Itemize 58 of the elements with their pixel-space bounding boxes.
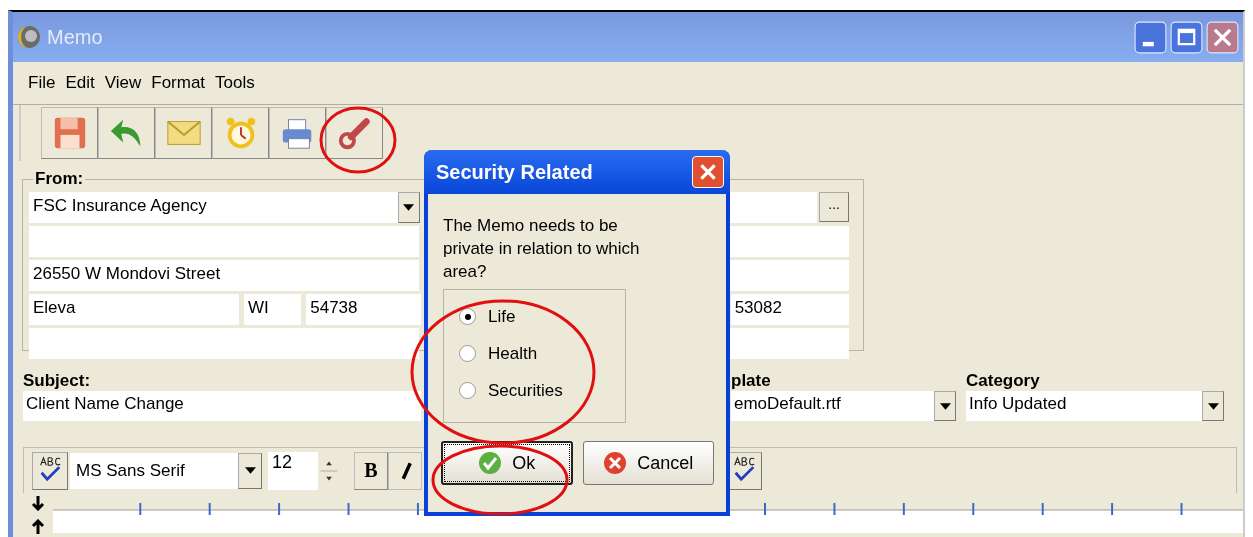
close-icon [697,161,719,183]
text-field[interactable] [729,192,818,223]
app-icon [17,25,41,49]
template-label: plate [731,371,772,391]
dropdown-button[interactable] [238,452,262,489]
caret-icon [939,402,951,410]
italic-button[interactable] [388,451,422,490]
print-button[interactable] [269,107,326,159]
text-field[interactable] [729,260,849,291]
font-field[interactable]: MS Sans Serif [70,452,238,489]
menu-item[interactable]: Tools [210,73,260,93]
dropdown-button[interactable] [1202,391,1224,421]
radio-option[interactable]: Health [459,341,538,366]
undo-button[interactable] [98,107,155,159]
caret-icon [1207,402,1219,410]
save-button[interactable] [41,107,98,159]
menu-item[interactable]: View [99,73,147,93]
text-field[interactable] [29,226,420,257]
minimize-button[interactable] [1134,20,1167,54]
check-icon [478,451,503,475]
cancel-icon [603,451,628,475]
radio-option[interactable]: Life [459,304,516,329]
street-field[interactable]: 26550 W Mondovi Street [29,260,420,291]
maximize-button[interactable] [1170,20,1203,54]
category-label: Category [966,371,1041,391]
caret-icon [244,467,256,474]
window-title: Memo [47,25,104,49]
menu-item[interactable]: Edit [60,73,100,93]
dropdown-button[interactable] [934,391,956,421]
radio-option[interactable]: Securities [459,378,563,403]
zip-field[interactable]: 53082 [730,294,849,325]
dialog-title: Security Related [436,160,594,184]
template-field[interactable]: emoDefault.rtf [731,391,934,421]
alarm-button[interactable] [212,107,269,159]
caret-icon [403,204,415,211]
subject-field[interactable]: Client Name Change [23,391,421,421]
state-field[interactable]: WI [244,294,302,325]
font-size-field[interactable]: 12 [268,451,318,490]
down-arrow-icon [31,495,45,511]
text-field[interactable] [29,328,420,359]
bold-button[interactable]: B [354,451,388,490]
text-field[interactable] [729,328,849,359]
mail-button[interactable] [155,107,212,159]
text-field[interactable] [729,226,849,257]
cancel-button[interactable]: Cancel [582,441,714,485]
dropdown-button[interactable] [397,192,420,223]
category-field[interactable]: Info Updated [966,391,1202,421]
company-field[interactable]: FSC Insurance Agency [29,192,398,223]
menu-item[interactable]: Format [146,73,211,93]
close-button[interactable] [1206,20,1239,54]
browse-button[interactable]: ... [819,192,849,222]
dialog-message: The Memo needs to be private in relation to which area? [443,215,641,283]
zip-field[interactable]: 54738 [306,294,421,325]
city-field[interactable]: Eleva [29,294,239,325]
menu-item[interactable]: File [23,73,61,93]
security-button[interactable] [326,107,383,159]
subject-label: Subject: [23,371,92,391]
spell-check-button[interactable] [32,451,68,490]
